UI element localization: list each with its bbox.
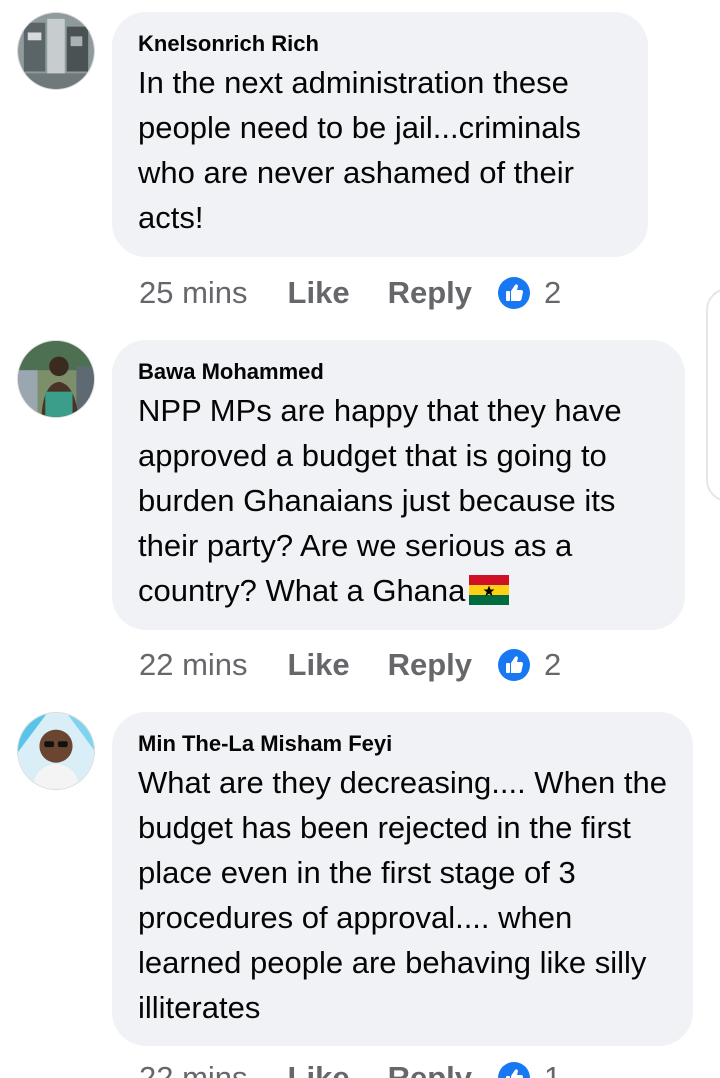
reply-button[interactable]: Reply (388, 1060, 472, 1078)
comment-text: What are they decreasing.... When the bu… (138, 765, 667, 1025)
avatar[interactable] (17, 12, 95, 90)
like-button[interactable]: Like (288, 647, 350, 683)
comment-timestamp[interactable]: 22 mins (139, 1060, 248, 1078)
comment-timestamp[interactable]: 25 mins (139, 275, 248, 311)
thumbs-up-icon (498, 1062, 530, 1078)
reaction-count: 2 (544, 647, 562, 682)
avatar[interactable] (17, 340, 95, 418)
reply-button[interactable]: Reply (388, 647, 472, 683)
side-scroll-tab[interactable] (706, 288, 720, 502)
avatar[interactable] (17, 712, 95, 790)
comment-bubble: Knelsonrich Rich In the next administrat… (112, 12, 648, 257)
reply-button[interactable]: Reply (388, 275, 472, 311)
comment-author[interactable]: Bawa Mohammed (138, 358, 659, 386)
comment-actions: 25 mins Like Reply 2 (139, 273, 561, 313)
comment-bubble: Bawa Mohammed NPP MPs are happy that the… (112, 340, 685, 630)
thumbs-up-icon (498, 277, 530, 309)
comment-author[interactable]: Knelsonrich Rich (138, 30, 622, 58)
comment-actions: 22 mins Like Reply 1 (139, 1058, 561, 1078)
comment-author[interactable]: Min The-La Misham Feyi (138, 730, 667, 758)
reaction-summary[interactable]: 1 (498, 1060, 561, 1078)
reaction-count: 2 (544, 275, 562, 310)
avatar-image (18, 341, 94, 417)
like-button[interactable]: Like (288, 1060, 350, 1078)
reaction-summary[interactable]: 2 (498, 647, 561, 683)
comment-timestamp[interactable]: 22 mins (139, 647, 248, 683)
thumbs-up-icon (498, 649, 530, 681)
avatar-image (18, 13, 94, 89)
comment-actions: 22 mins Like Reply 2 (139, 645, 561, 685)
ghana-flag-emoji (469, 575, 510, 605)
like-button[interactable]: Like (288, 275, 350, 311)
comment-text: In the next administration these people … (138, 65, 581, 235)
avatar-image (18, 713, 94, 789)
comment-text: NPP MPs are happy that they have approve… (138, 388, 659, 613)
reaction-summary[interactable]: 2 (498, 275, 561, 311)
comments-section: Knelsonrich Rich In the next administrat… (0, 0, 720, 1078)
reaction-count: 1 (544, 1060, 562, 1078)
comment-bubble: Min The-La Misham Feyi What are they dec… (112, 712, 693, 1046)
comment-text-body: NPP MPs are happy that they have approve… (138, 393, 622, 608)
